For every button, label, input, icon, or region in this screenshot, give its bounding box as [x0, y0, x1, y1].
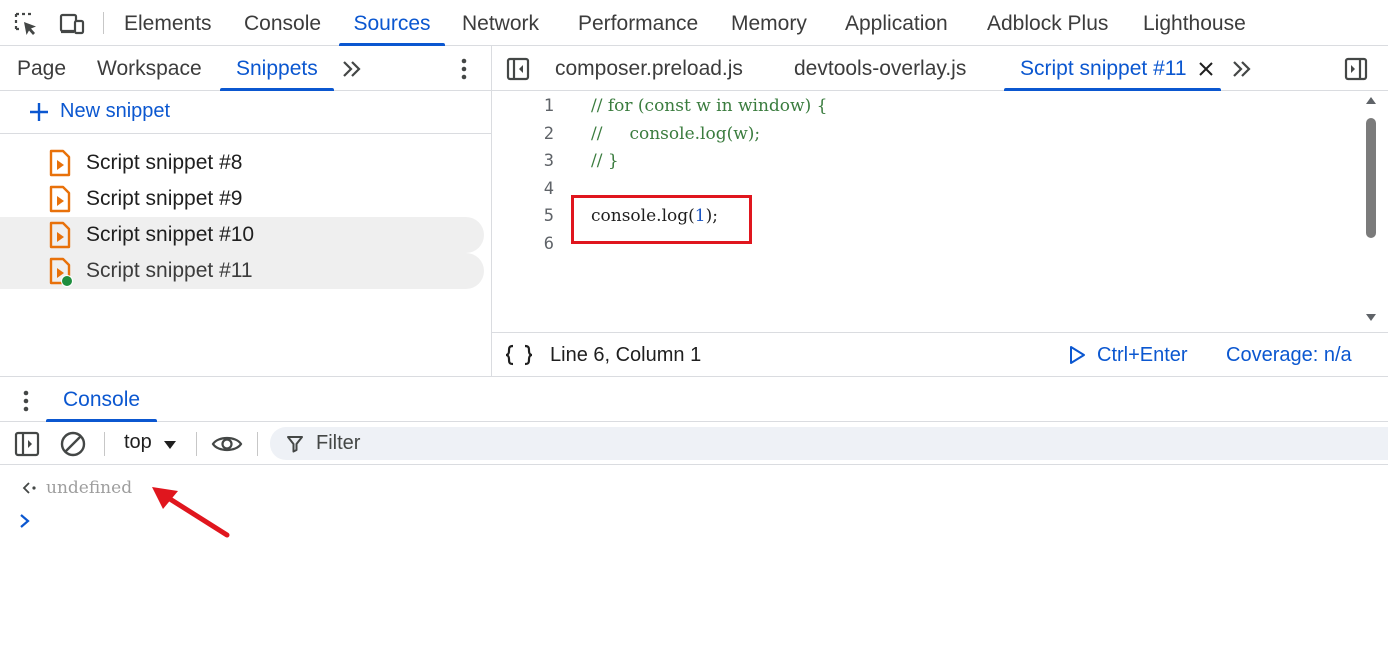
editor-tab-script-snippet-11[interactable]: Script snippet #11 [1004, 46, 1221, 91]
drawer-tab-console[interactable]: Console [45, 377, 158, 422]
clear-console-icon[interactable] [59, 430, 87, 458]
line-number[interactable]: 6 [492, 234, 554, 254]
snippet-file-icon [49, 221, 71, 249]
snippet-file-icon [49, 149, 71, 177]
console-toolbar: top Filter [0, 422, 1388, 465]
plus-icon [30, 103, 48, 121]
code-line[interactable]: // } [591, 151, 619, 171]
snippet-file-icon [49, 185, 71, 213]
more-editor-tabs-chevron-icon[interactable] [1230, 58, 1254, 80]
code-line[interactable]: // console.log(w); [591, 124, 760, 144]
tab-performance[interactable]: Performance [578, 0, 698, 46]
console-result-value: undefined [46, 478, 133, 498]
tab-memory[interactable]: Memory [731, 0, 807, 46]
new-snippet-label: New snippet [60, 100, 171, 122]
tab-page[interactable]: Page [17, 46, 66, 91]
line-number[interactable]: 3 [492, 151, 554, 171]
navigator-tabs: Page Workspace Snippets [0, 46, 491, 91]
snippet-label: Script snippet #9 [86, 187, 243, 210]
devtools-main-toolbar: Elements Console Sources Network Perform… [0, 0, 1388, 46]
more-tabs-chevron-icon[interactable] [340, 58, 364, 80]
editor-scrollbar-thumb[interactable] [1366, 118, 1376, 238]
toolbar-divider [196, 432, 197, 456]
toolbar-divider [104, 432, 105, 456]
filter-input[interactable]: Filter [270, 427, 1388, 460]
annotation-arrow-icon [152, 487, 230, 538]
line-number[interactable]: 5 [492, 206, 554, 226]
coverage-status[interactable]: Coverage: n/a [1226, 344, 1352, 367]
run-shortcut[interactable]: Ctrl+Enter [1097, 344, 1188, 367]
live-expression-eye-icon[interactable] [211, 432, 243, 456]
tab-adblock-plus[interactable]: Adblock Plus [987, 0, 1108, 46]
tab-elements[interactable]: Elements [124, 0, 212, 46]
drawer-menu-icon[interactable] [16, 388, 36, 414]
toolbar-divider [257, 432, 258, 456]
code-token: // console.log(w); [591, 123, 761, 144]
close-tab-icon[interactable] [1198, 61, 1214, 77]
snippet-item-active[interactable]: Script snippet #11 [0, 253, 484, 289]
code-line[interactable]: // for (const w in window) { [591, 96, 827, 116]
toggle-navigator-icon[interactable] [506, 57, 530, 81]
line-number[interactable]: 4 [492, 179, 554, 199]
result-arrow-icon [22, 482, 36, 494]
code-token: // for (const w in window) { [591, 96, 828, 116]
toolbar-divider [103, 12, 104, 34]
toggle-debugger-icon[interactable] [1344, 57, 1368, 81]
editor-tab-devtools-overlay[interactable]: devtools-overlay.js [794, 46, 966, 91]
chevron-down-icon[interactable] [163, 440, 177, 450]
line-number[interactable]: 2 [492, 124, 554, 144]
scroll-down-icon[interactable] [1364, 312, 1378, 324]
line-number[interactable]: 1 [492, 96, 554, 116]
tab-workspace[interactable]: Workspace [97, 46, 202, 91]
pretty-print-icon[interactable] [504, 343, 534, 367]
cursor-position: Line 6, Column 1 [550, 344, 702, 366]
snippet-item[interactable]: Script snippet #8 [0, 145, 484, 181]
run-snippet-icon[interactable] [1068, 345, 1086, 365]
snippet-item[interactable]: Script snippet #9 [0, 181, 484, 217]
new-snippet-button[interactable]: New snippet [0, 91, 491, 134]
tab-snippets[interactable]: Snippets [220, 46, 334, 91]
filter-funnel-icon [287, 436, 303, 453]
console-prompt-chevron-icon[interactable] [18, 513, 32, 529]
context-selector[interactable]: top [124, 431, 152, 454]
highlight-annotation-box [571, 195, 752, 244]
filter-placeholder: Filter [316, 432, 361, 454]
inspect-element-icon[interactable] [12, 10, 40, 38]
tab-console[interactable]: Console [244, 0, 321, 46]
scroll-up-icon[interactable] [1364, 94, 1378, 106]
snippet-label: Script snippet #11 [86, 259, 253, 282]
tab-lighthouse[interactable]: Lighthouse [1143, 0, 1246, 46]
console-sidebar-icon[interactable] [14, 431, 40, 457]
tab-network[interactable]: Network [462, 0, 539, 46]
tab-application[interactable]: Application [845, 0, 948, 46]
editor-tabs: composer.preload.js devtools-overlay.js … [492, 46, 1388, 91]
navigator-menu-icon[interactable] [452, 56, 476, 82]
editor-tab-composer-preload[interactable]: composer.preload.js [555, 46, 743, 91]
snippet-label: Script snippet #8 [86, 151, 243, 174]
drawer-header: Console [0, 376, 1388, 422]
sources-navigator: Page Workspace Snippets New snippet Scri… [0, 46, 492, 376]
snippet-item[interactable]: Script snippet #10 [0, 217, 484, 253]
code-token: // } [591, 151, 619, 171]
device-toolbar-icon[interactable] [58, 10, 86, 38]
snippet-label: Script snippet #10 [86, 223, 255, 246]
running-indicator-icon [61, 275, 73, 287]
tab-sources[interactable]: Sources [339, 0, 445, 46]
editor-status-bar: Line 6, Column 1 Ctrl+Enter Coverage: n/… [492, 332, 1388, 376]
